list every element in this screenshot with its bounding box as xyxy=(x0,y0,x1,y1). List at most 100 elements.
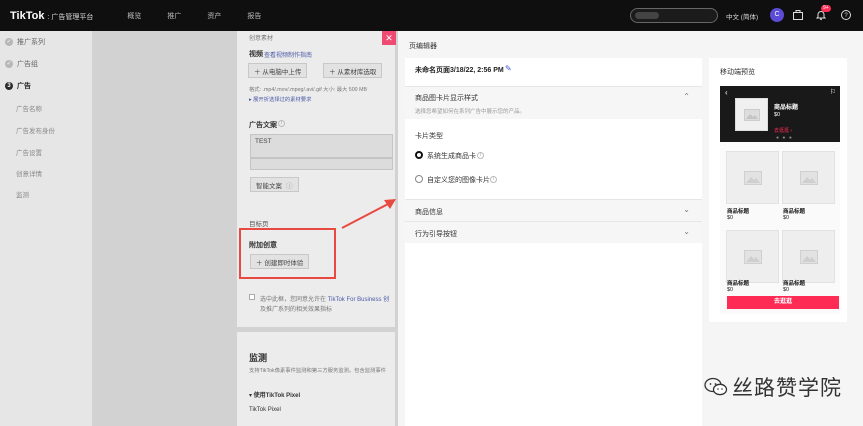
image-placeholder-icon xyxy=(743,170,762,185)
sidebar-item-tracking[interactable]: 监测 xyxy=(16,189,29,199)
account-name-blurred xyxy=(635,12,659,19)
cta-title: 行为引导按钮 xyxy=(415,231,457,238)
notification-badge: 9+ xyxy=(821,5,831,12)
radio-custom-image-label[interactable]: 自定义您的图像卡片 xyxy=(427,175,490,185)
logo-subtitle: : 广告管理平台 xyxy=(47,13,94,21)
chevron-up-icon[interactable]: ⌃ xyxy=(683,92,690,101)
radio-system-generated[interactable] xyxy=(415,151,423,159)
ad-copy-value: TEST xyxy=(255,138,272,145)
radio-custom-image[interactable] xyxy=(415,175,423,183)
card-style-section: 商品图卡片显示样式 ⌃ 选择您希望如何在系列广告中展示您的产品。 xyxy=(405,86,702,119)
product-tile xyxy=(726,151,779,204)
chevron-down-icon[interactable]: ⌄ xyxy=(683,205,690,214)
expand-requirements-link[interactable]: ▸ 展开折选择过的素材要求 xyxy=(249,95,311,103)
watermark-text: 丝路赞学院 xyxy=(732,376,842,400)
tiktok-ads-logo[interactable]: TikTok : 广告管理平台 xyxy=(10,10,93,22)
consent-text: 选中此框，您同意允许在 TikTok For Business 创 xyxy=(260,294,389,303)
annotation-arrow xyxy=(341,199,396,229)
step-number-badge: 3 xyxy=(5,82,13,90)
svg-text:?: ? xyxy=(844,13,848,19)
main-nav: 概览 推广 资产 报告 xyxy=(127,11,261,21)
tracking-title: 监测 xyxy=(249,353,268,363)
sidebar-item-creative-details[interactable]: 创意详情 xyxy=(16,168,42,178)
back-arrow-icon: ‹ xyxy=(725,88,728,97)
radio-system-generated-label[interactable]: 系统生成商品卡 xyxy=(427,151,476,161)
video-guide-link[interactable]: 查看视频制作指南 xyxy=(264,50,312,59)
sidebar-item-identity[interactable]: 广告发布身份 xyxy=(16,125,55,135)
consent-link[interactable]: TikTok For Business 创 xyxy=(328,297,389,303)
tile-product-title: 商品标题 xyxy=(783,209,806,215)
tile-product-price: $0 xyxy=(783,287,790,293)
step-campaign[interactable]: ✓ 推广系列 xyxy=(5,37,45,47)
section-header-text: 创意素材 xyxy=(249,36,274,42)
chevron-down-icon[interactable]: ⌄ xyxy=(683,227,690,236)
nav-overview[interactable]: 概览 xyxy=(127,11,141,21)
step-adgroup[interactable]: ✓ 广告组 xyxy=(5,59,38,69)
card-style-description: 选择您希望如何在系列广告中展示您的产品。 xyxy=(415,109,526,115)
upload-from-computer-button[interactable]: ＋ 从电脑中上传 xyxy=(248,63,308,78)
product-info-section[interactable]: 商品信息 ⌄ xyxy=(405,199,702,221)
plus-icon: ＋ xyxy=(329,68,338,76)
image-placeholder-icon xyxy=(799,170,818,185)
tracking-description: 支持TikTok像素事件监测和第三方服务监测。包含监测事件 xyxy=(249,368,386,374)
avatar[interactable]: C xyxy=(770,8,784,22)
image-placeholder-icon xyxy=(743,108,760,121)
tile-product-price: $0 xyxy=(783,215,790,221)
consent-checkbox[interactable] xyxy=(249,294,255,300)
featured-shop-button: 去逛逛 › xyxy=(774,128,793,134)
mobile-preview-title: 移动端预览 xyxy=(720,69,755,76)
product-info-title: 商品信息 xyxy=(415,209,443,216)
card-style-title[interactable]: 商品图卡片显示样式 xyxy=(415,93,478,103)
nav-campaign[interactable]: 推广 xyxy=(167,11,181,21)
info-icon: i xyxy=(490,176,497,183)
ad-copy-textarea[interactable]: TEST xyxy=(250,134,393,158)
product-tile xyxy=(782,151,835,204)
product-tile xyxy=(726,230,779,283)
check-icon: ✓ xyxy=(5,60,13,68)
close-icon[interactable]: ✕ xyxy=(382,31,396,45)
wechat-icon xyxy=(704,377,728,396)
smart-copy-button[interactable]: 智能文案 ⓘ xyxy=(250,177,299,192)
account-selector[interactable] xyxy=(630,8,718,23)
flag-icon: ⚐ xyxy=(829,89,836,96)
annotation-highlight-box xyxy=(239,228,336,279)
language-selector[interactable]: 中文 (简体) xyxy=(726,11,758,21)
upload-button-label: 从电脑中上传 xyxy=(262,68,302,76)
sidebar-item-ad-settings[interactable]: 广告设置 xyxy=(16,147,42,157)
preview-shop-button: 去逛逛 xyxy=(727,296,839,309)
sidebar-item-ad-name[interactable]: 广告名称 xyxy=(16,103,42,113)
step-ad-label: 广告 xyxy=(17,83,31,90)
info-icon: i xyxy=(278,120,285,127)
card-type-label: 卡片类型 xyxy=(415,133,443,140)
logo-text: TikTok xyxy=(10,9,45,22)
featured-product-price: $0 xyxy=(774,112,781,118)
help-icon[interactable]: ? xyxy=(840,9,852,21)
plus-icon: ＋ xyxy=(254,68,263,76)
step-ad[interactable]: 3 广告 xyxy=(5,81,31,91)
tile-product-title: 商品标题 xyxy=(727,209,750,215)
consent-text-part1: 选中此框，您同意允许在 xyxy=(260,297,327,303)
video-label: 视频 xyxy=(249,51,263,58)
carousel-dots: ● ● ● xyxy=(776,135,793,141)
info-icon: ⓘ xyxy=(286,182,293,190)
step-adgroup-label: 广告组 xyxy=(17,61,38,68)
nav-assets[interactable]: 资产 xyxy=(207,11,221,21)
tile-product-title: 商品标题 xyxy=(783,281,806,287)
ad-copy-label: 广告文案 xyxy=(249,122,277,129)
check-icon: ✓ xyxy=(5,38,13,46)
edit-pencil-icon[interactable]: ✎ xyxy=(505,64,512,73)
landing-page-label: 目标页 xyxy=(249,221,269,228)
product-tile xyxy=(782,230,835,283)
nav-reports[interactable]: 报告 xyxy=(247,11,261,21)
select-from-library-button[interactable]: ＋ 从素材库选取 xyxy=(323,63,383,78)
smart-copy-label: 智能文案 xyxy=(256,182,282,190)
ad-copy-counter-bar xyxy=(250,158,393,170)
consent-text-line2: 及推广系列的相关效果指标 xyxy=(260,307,333,313)
briefcase-icon[interactable] xyxy=(792,9,804,21)
cta-section[interactable]: 行为引导按钮 ⌄ xyxy=(405,221,702,243)
format-requirements: 格式: .mp4/.mov/.mpeg/.avi/.gif 大小: 最大 500… xyxy=(249,87,368,93)
featured-image-placeholder xyxy=(735,98,768,131)
step-campaign-label: 推广系列 xyxy=(17,39,45,46)
use-pixel-toggle[interactable]: ▾ 使用TikTok Pixel xyxy=(249,390,300,399)
tile-product-price: $0 xyxy=(727,287,734,293)
